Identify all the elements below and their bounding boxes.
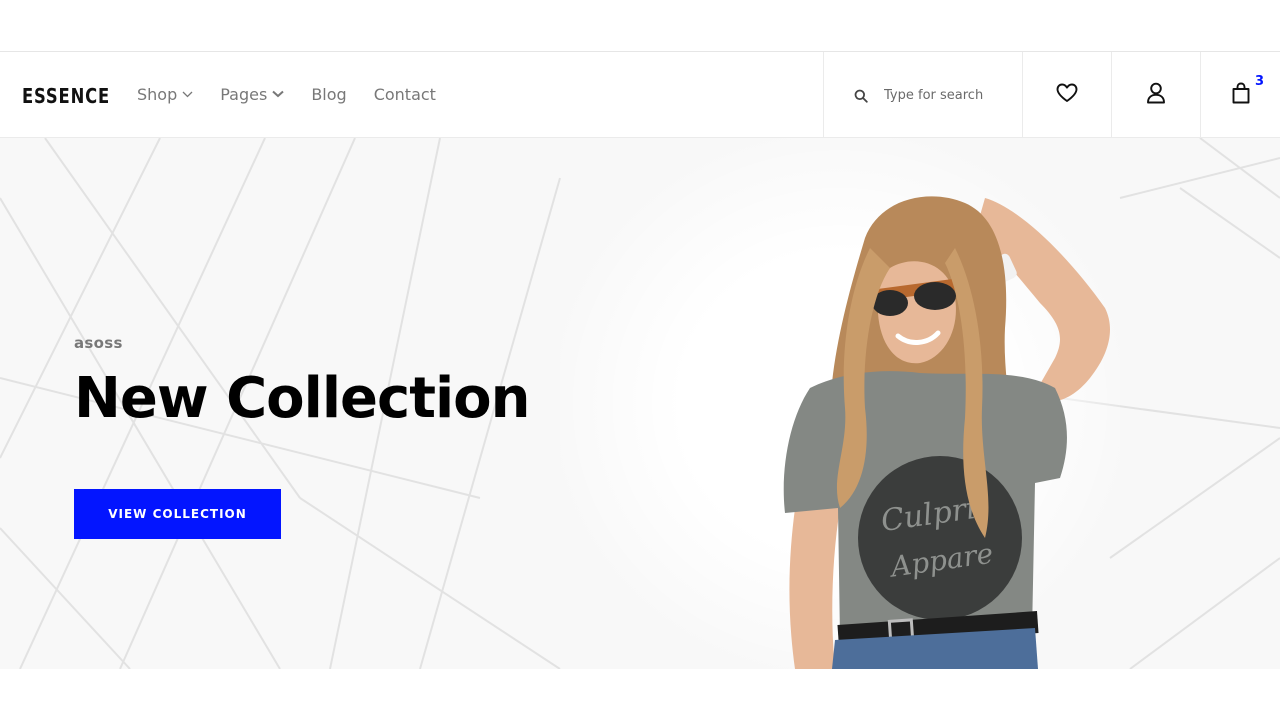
nav-item-blog[interactable]: Blog xyxy=(311,82,346,106)
nav-item-label: Shop xyxy=(137,84,178,104)
account-button[interactable] xyxy=(1111,52,1200,138)
hero-model-image: Culprit Appare xyxy=(783,196,1110,669)
nav-item-contact[interactable]: Contact xyxy=(374,82,436,106)
bag-icon xyxy=(1231,82,1251,109)
nav-item-label: Contact xyxy=(373,84,436,104)
logo[interactable]: ESSENCE xyxy=(22,84,110,108)
cart-count-badge: 3 xyxy=(1255,74,1265,89)
hero-subtitle: asoss xyxy=(74,334,123,352)
top-bar xyxy=(0,0,1280,52)
favorites-button[interactable] xyxy=(1022,52,1111,138)
user-icon xyxy=(1146,82,1166,109)
page-footer-space xyxy=(0,669,1280,720)
nav-item-shop[interactable]: Shop xyxy=(137,82,193,106)
nav-item-label: Blog xyxy=(311,84,347,104)
search-input[interactable] xyxy=(884,82,1014,108)
hero-title: New Collection xyxy=(74,366,531,431)
chevron-down-icon xyxy=(272,90,284,98)
site-header: ESSENCE Shop Pages Blog Contact Type for… xyxy=(0,52,1280,138)
chevron-down-icon xyxy=(182,91,193,98)
nav-item-label: Pages xyxy=(220,84,268,104)
nav-item-pages[interactable]: Pages xyxy=(220,82,284,106)
search-icon[interactable] xyxy=(854,89,868,103)
search-box xyxy=(823,52,1023,138)
main-nav: Shop Pages Blog Contact xyxy=(137,82,463,106)
hero-banner: asoss New Collection VIEW COLLECTION Cul… xyxy=(0,138,1280,669)
cart-button[interactable]: 3 xyxy=(1200,52,1280,138)
view-collection-button[interactable]: VIEW COLLECTION xyxy=(74,489,281,539)
heart-icon xyxy=(1056,83,1078,108)
